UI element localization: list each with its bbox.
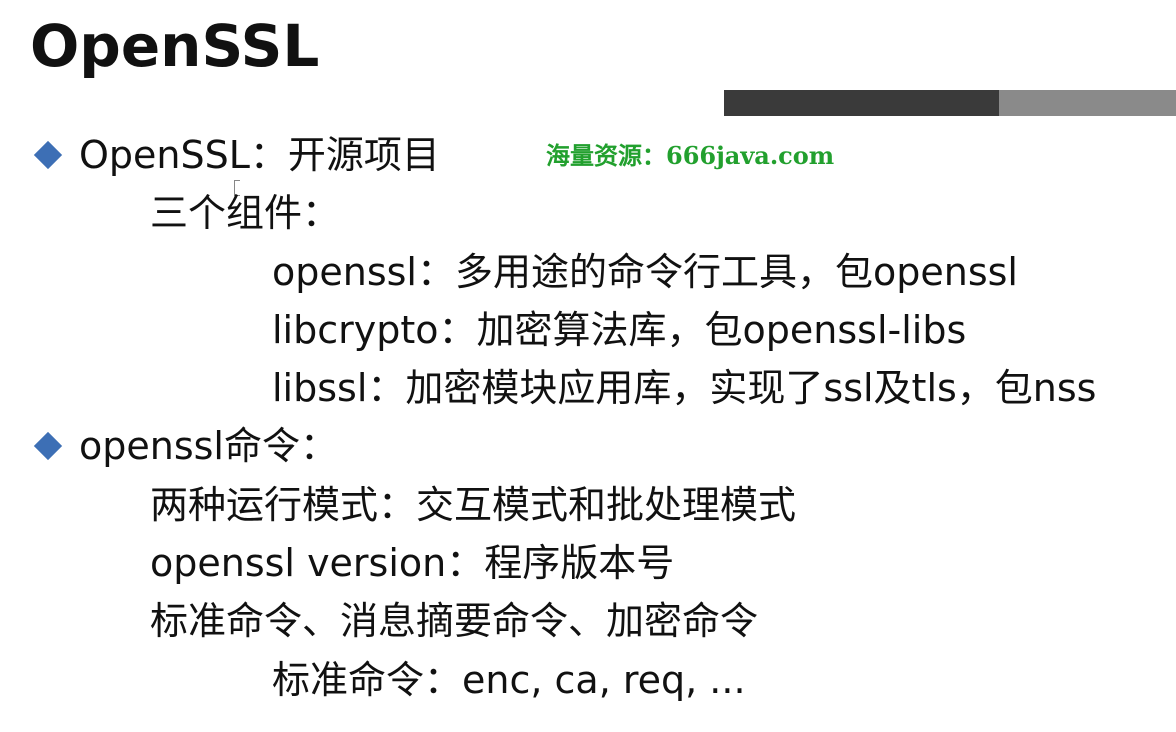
sub-item-version: openssl version：程序版本号 bbox=[150, 541, 675, 585]
slide-title: OpenSSL bbox=[30, 12, 320, 80]
sub-sub-item-openssl: openssl：多用途的命令行工具，包openssl bbox=[272, 250, 1018, 294]
sub-sub-item-standard-commands: 标准命令：enc, ca, req, ... bbox=[272, 658, 746, 702]
sub-sub-item-libcrypto: libcrypto：加密算法库，包openssl-libs bbox=[272, 308, 967, 352]
diamond-bullet-icon bbox=[33, 140, 63, 170]
bullet-item-openssl: OpenSSL：开源项目 bbox=[30, 131, 440, 179]
diamond-bullet-icon bbox=[33, 431, 63, 461]
bullet-item-openssl-command: openssl命令： bbox=[30, 422, 338, 470]
watermark-text: 海量资源：666java.com bbox=[546, 141, 835, 170]
title-bar-dark-segment bbox=[724, 90, 999, 116]
sub-item-command-types: 标准命令、消息摘要命令、加密命令 bbox=[150, 599, 759, 643]
sub-sub-item-libssl: libssl：加密模块应用库，实现了ssl及tls，包nss bbox=[272, 366, 1097, 410]
bullet-text: OpenSSL：开源项目 bbox=[79, 133, 440, 177]
bullet-text: openssl命令： bbox=[79, 424, 338, 468]
slide: OpenSSL 海量资源：666java.com OpenSSL：开源项目 三个… bbox=[0, 0, 1176, 732]
title-decoration-bar bbox=[724, 90, 1176, 116]
sub-item-components: 三个组件： bbox=[150, 191, 341, 235]
sub-item-run-modes: 两种运行模式：交互模式和批处理模式 bbox=[150, 483, 797, 527]
title-bar-light-segment bbox=[999, 90, 1176, 116]
